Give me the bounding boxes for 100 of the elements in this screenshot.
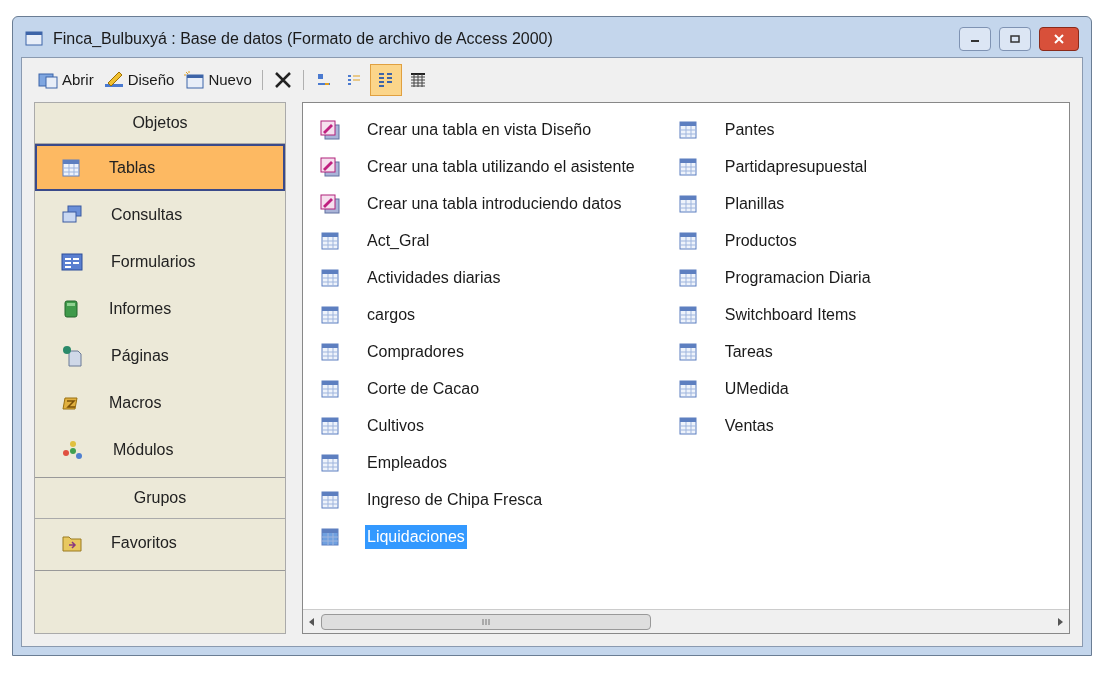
- page-globe-icon: [61, 344, 83, 367]
- table-icon: [677, 304, 698, 325]
- new-table-icon: [319, 155, 341, 178]
- table-icon: [677, 341, 698, 362]
- sidebar-item[interactable]: Páginas: [35, 332, 285, 379]
- close-icon: [273, 71, 292, 89]
- list-item[interactable]: Programacion Diaria: [660, 259, 873, 296]
- sidebar-item[interactable]: Módulos: [35, 426, 285, 473]
- item-label: Empleados: [366, 452, 449, 473]
- list-item[interactable]: cargos: [303, 296, 637, 333]
- table-icon: [61, 157, 81, 178]
- table-icon: [677, 119, 698, 140]
- list-item[interactable]: Crear una tabla en vista Diseño: [303, 111, 637, 148]
- table-icon: [320, 489, 340, 510]
- item-label: Programacion Diaria: [723, 267, 872, 288]
- window-title: Finca_Bulbuxyá : Base de datos (Formato de archivo de Access 2000): [53, 29, 554, 49]
- item-label: Tareas: [723, 341, 774, 362]
- scroll-right-icon: [1055, 616, 1065, 627]
- item-label: Act_Gral: [366, 230, 431, 251]
- details-icon: [408, 71, 427, 89]
- scrollbar-thumb[interactable]: [321, 613, 651, 630]
- small-icons-icon: [347, 74, 360, 86]
- item-label: Compradores: [366, 341, 465, 362]
- horizontal-scrollbar[interactable]: [303, 609, 1069, 633]
- stacked-windows-icon: [61, 204, 83, 225]
- modules-icon: [61, 439, 85, 460]
- list-item[interactable]: Cultivos: [303, 407, 637, 444]
- item-label: Partidapresupuestal: [723, 156, 869, 177]
- table-icon: [320, 267, 340, 288]
- list-item[interactable]: Ingreso de Chipa Fresca: [303, 481, 637, 518]
- new-table-icon: [319, 192, 341, 215]
- table-icon: [320, 304, 340, 325]
- item-label: Pantes: [723, 119, 776, 140]
- database-icon: [25, 30, 45, 48]
- list-item[interactable]: Partidapresupuestal: [660, 148, 873, 185]
- sidebar-item[interactable]: Macros: [35, 379, 285, 426]
- section-header: Grupos: [35, 478, 285, 519]
- item-label: Ventas: [723, 415, 775, 436]
- table-icon: [320, 452, 340, 473]
- table-icon: [677, 156, 698, 177]
- table-icon: [677, 267, 698, 288]
- large-icons-icon: [315, 72, 332, 88]
- toolbar-button[interactable]: Abrir: [34, 66, 98, 94]
- sidebar-item[interactable]: Formularios: [35, 238, 285, 285]
- item-label: UMedida: [723, 378, 790, 399]
- list-item[interactable]: Act_Gral: [303, 222, 637, 259]
- new-table-icon: [319, 118, 341, 141]
- table-icon: [677, 378, 698, 399]
- list-item[interactable]: Tareas: [660, 333, 873, 370]
- list-item[interactable]: Empleados: [303, 444, 637, 481]
- list-item[interactable]: Planillas: [660, 185, 873, 222]
- list-item[interactable]: Crear una tabla introduciendo datos: [303, 185, 637, 222]
- list-item[interactable]: UMedida: [660, 370, 873, 407]
- item-label: Planillas: [723, 193, 786, 214]
- maximize-icon: [1010, 35, 1020, 43]
- close-icon: [1053, 34, 1065, 44]
- close-button[interactable]: [1039, 27, 1079, 51]
- table-icon: [677, 193, 698, 214]
- sidebar-item[interactable]: Tablas: [35, 144, 285, 191]
- sidebar-item[interactable]: Favoritos: [35, 519, 285, 566]
- grip-icon: [481, 617, 491, 626]
- list-item[interactable]: Crear una tabla utilizando el asistente: [303, 148, 637, 185]
- toolbar-button[interactable]: Diseño: [99, 66, 179, 94]
- folder-table-icon: [38, 71, 58, 89]
- table-icon: [320, 341, 340, 362]
- list-item[interactable]: Actividades diarias: [303, 259, 637, 296]
- list-item[interactable]: Corte de Cacao: [303, 370, 637, 407]
- item-label: Liquidaciones: [365, 524, 467, 549]
- item-label: Actividades diarias: [366, 267, 502, 288]
- ruler-pencil-icon: [103, 71, 124, 89]
- minimize-button[interactable]: [959, 27, 991, 51]
- sidebar-item[interactable]: Consultas: [35, 191, 285, 238]
- book-icon: [61, 298, 81, 319]
- item-label: Crear una tabla en vista Diseño: [366, 119, 593, 140]
- table-icon: [677, 415, 698, 436]
- new-table-icon: [184, 71, 205, 89]
- toolbar-button[interactable]: Nuevo: [180, 66, 256, 94]
- list-view-button[interactable]: [369, 64, 402, 96]
- list-item[interactable]: Switchboard Items: [660, 296, 873, 333]
- item-label: Crear una tabla utilizando el asistente: [366, 156, 636, 177]
- item-label: Cultivos: [366, 415, 425, 436]
- item-label: Switchboard Items: [723, 304, 858, 325]
- list-item[interactable]: Ventas: [660, 407, 873, 444]
- scroll-left-icon: [307, 616, 317, 627]
- table-icon: [320, 378, 340, 399]
- item-label: Ingreso de Chipa Fresca: [366, 489, 544, 510]
- list-item[interactable]: Compradores: [303, 333, 637, 370]
- item-label: Crear una tabla introduciendo datos: [366, 193, 623, 214]
- item-label: cargos: [366, 304, 417, 325]
- sidebar-item[interactable]: Informes: [35, 285, 285, 332]
- maximize-button[interactable]: [999, 27, 1031, 51]
- list-item[interactable]: Pantes: [660, 111, 873, 148]
- form-icon: [61, 251, 83, 272]
- table-icon: [677, 230, 698, 251]
- list-item[interactable]: Productos: [660, 222, 873, 259]
- item-label: Productos: [723, 230, 798, 251]
- item-label: Corte de Cacao: [366, 378, 481, 399]
- table-icon: [320, 415, 340, 436]
- table-icon: [320, 526, 340, 547]
- table-icon: [320, 230, 340, 251]
